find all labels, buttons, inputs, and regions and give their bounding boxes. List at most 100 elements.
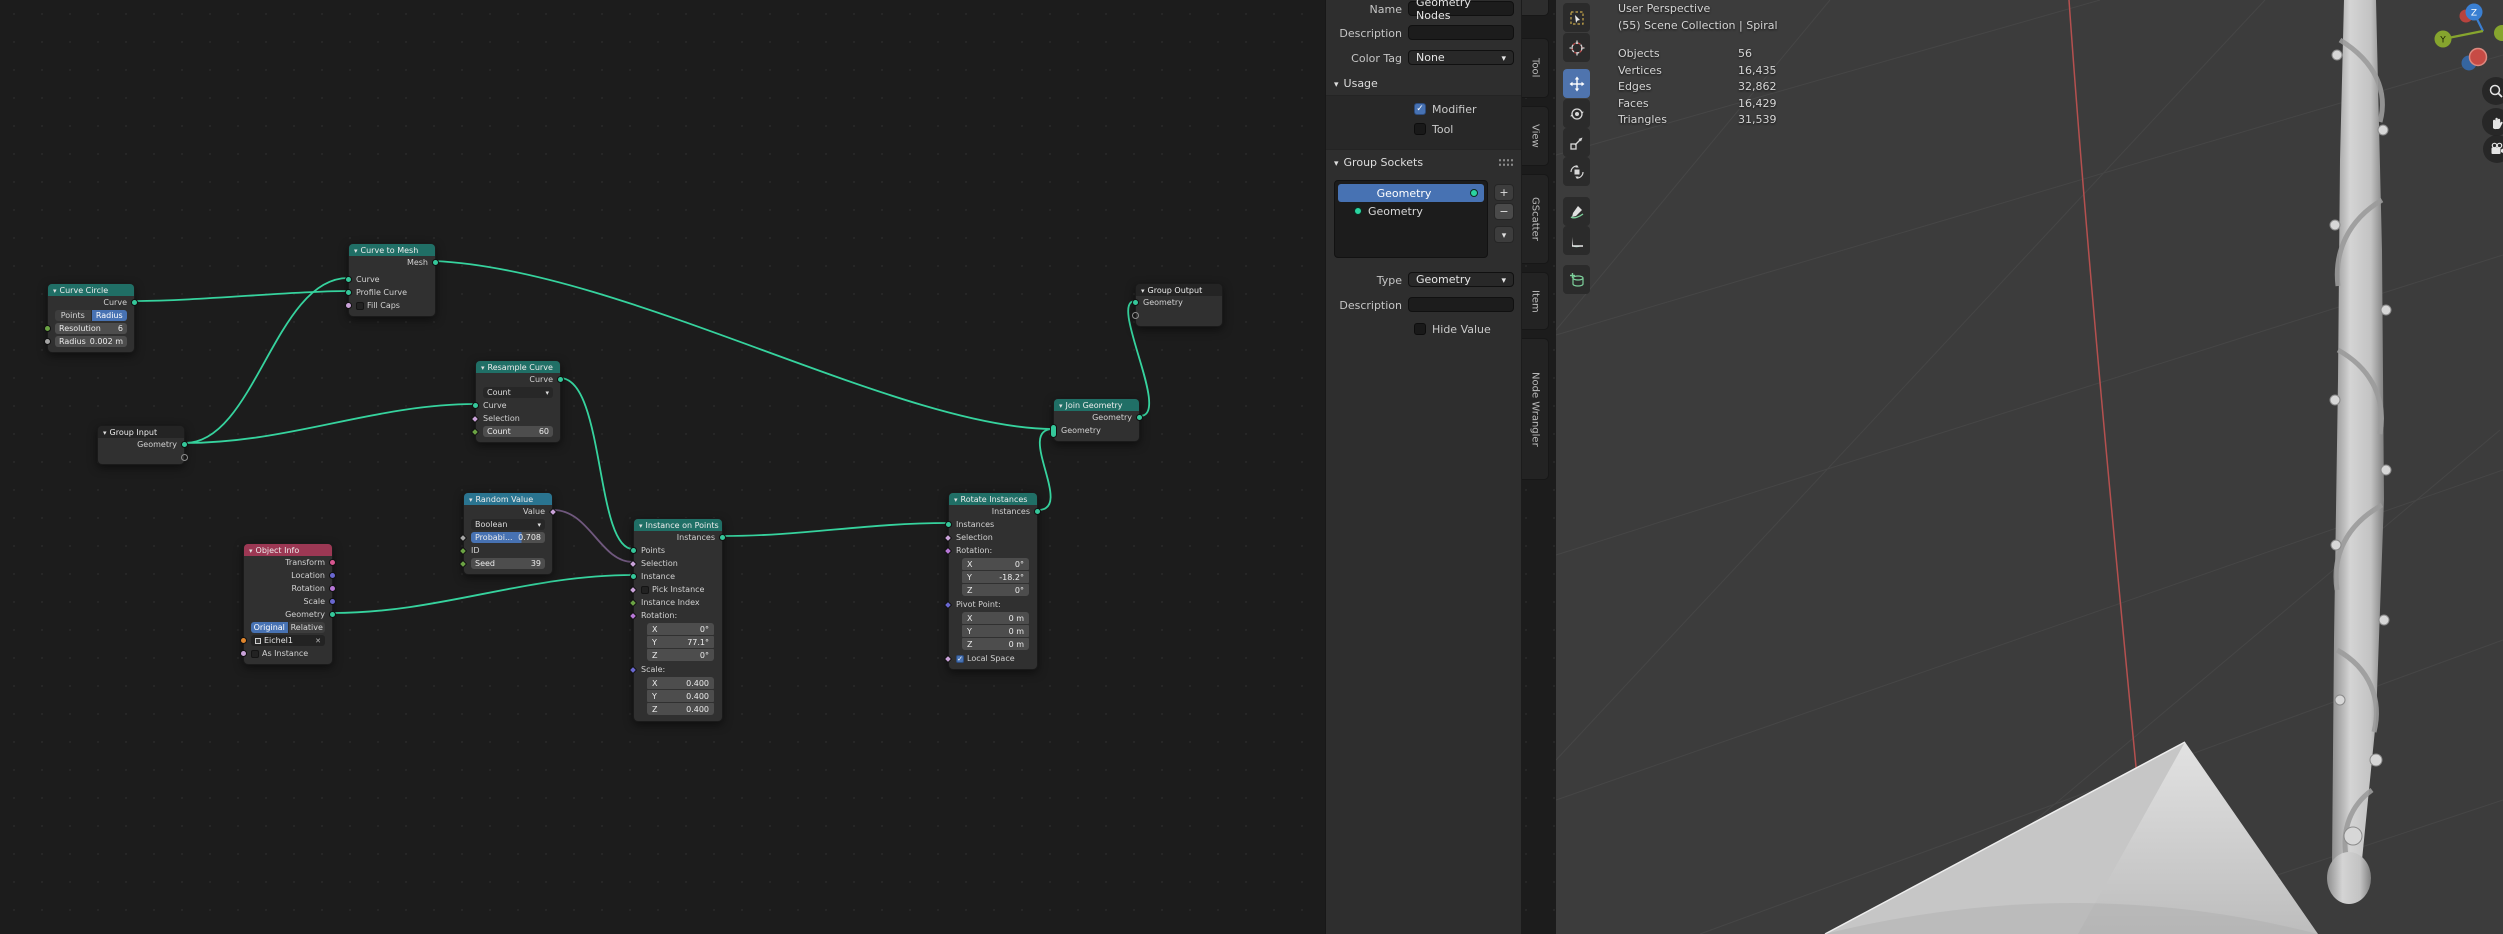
- node-header[interactable]: Object Info: [244, 544, 332, 556]
- probability-slider[interactable]: Probabi...0.708: [471, 532, 545, 543]
- navigation-gizmo[interactable]: Z Y: [2426, 0, 2503, 80]
- tab-tool[interactable]: Tool: [1522, 38, 1549, 98]
- node-header[interactable]: Join Geometry: [1054, 399, 1139, 411]
- socket-object-input[interactable]: [240, 637, 247, 644]
- fill-caps-checkbox[interactable]: [356, 302, 364, 310]
- socket-curve-output[interactable]: [557, 376, 564, 383]
- name-input[interactable]: Geometry Nodes: [1408, 1, 1514, 16]
- panel-grip-icon[interactable]: [1498, 158, 1514, 167]
- tool-select-box[interactable]: [1563, 3, 1590, 32]
- local-space-checkbox[interactable]: [956, 655, 964, 663]
- socket-radius-input[interactable]: [44, 338, 51, 345]
- socket-list-item-selected[interactable]: Geometry: [1338, 184, 1484, 202]
- color-tag-dropdown[interactable]: None: [1408, 50, 1514, 65]
- collapse-icon[interactable]: [103, 428, 107, 437]
- node-header[interactable]: Resample Curve: [476, 361, 560, 373]
- socket-fill-caps-input[interactable]: [345, 302, 352, 309]
- gizmo-axis-y-neg[interactable]: [2494, 25, 2503, 41]
- rotation-x-field[interactable]: X0°: [647, 623, 714, 635]
- tool-transform[interactable]: [1563, 157, 1590, 186]
- tab-view[interactable]: View: [1522, 106, 1549, 166]
- socket-mesh-output[interactable]: [432, 259, 439, 266]
- rotation-y-field[interactable]: Y-18.2°: [962, 571, 1029, 583]
- socket-geometry-output[interactable]: [181, 441, 188, 448]
- socket-points-input[interactable]: [630, 547, 637, 554]
- socket-virtual[interactable]: [1132, 312, 1139, 319]
- radius-field[interactable]: Radius0.002 m: [55, 336, 127, 347]
- socket-scale-output[interactable]: [329, 598, 336, 605]
- scale-z-field[interactable]: Z0.400: [647, 703, 714, 715]
- tool-checkbox[interactable]: [1414, 123, 1426, 135]
- hide-value-checkbox[interactable]: [1414, 323, 1426, 335]
- group-sockets-list[interactable]: Geometry Geometry: [1334, 180, 1488, 258]
- tab-item[interactable]: Item: [1522, 272, 1549, 330]
- socket-instances-output[interactable]: [1034, 508, 1041, 515]
- node-header[interactable]: Rotate Instances: [949, 493, 1037, 505]
- node-resample-curve[interactable]: Resample Curve Curve Count Curve Selecti…: [475, 360, 561, 443]
- socket-as-instance-input[interactable]: [240, 650, 247, 657]
- type-dropdown[interactable]: Geometry: [1408, 272, 1514, 287]
- toggle-points[interactable]: Points: [55, 310, 91, 321]
- group-sockets-section-header[interactable]: Group Sockets: [1334, 156, 1423, 169]
- rotation-z-field[interactable]: Z0°: [962, 584, 1029, 596]
- tool-move[interactable]: [1563, 69, 1590, 98]
- tool-scale[interactable]: [1563, 128, 1590, 157]
- usage-section-header[interactable]: Usage: [1334, 77, 1378, 90]
- camera-view-button[interactable]: [2483, 135, 2503, 163]
- mode-dropdown[interactable]: Count: [483, 387, 553, 398]
- tool-annotate[interactable]: [1563, 197, 1590, 226]
- socket-rotation-output[interactable]: [329, 585, 336, 592]
- node-curve-to-mesh[interactable]: Curve to Mesh Mesh Curve Profile Curve F…: [348, 243, 436, 317]
- collapse-icon[interactable]: [249, 546, 253, 555]
- rotation-x-field[interactable]: X0°: [962, 558, 1029, 570]
- socket-list-item[interactable]: Geometry: [1338, 202, 1484, 220]
- socket-geometry-multi-input[interactable]: [1050, 424, 1057, 438]
- collapse-icon[interactable]: [469, 495, 473, 504]
- count-field[interactable]: Count60: [483, 426, 553, 437]
- zoom-button[interactable]: [2482, 77, 2503, 105]
- node-rotate-instances[interactable]: Rotate Instances Instances Instances Sel…: [948, 492, 1038, 670]
- modifier-checkbox[interactable]: [1414, 103, 1426, 115]
- toggle-relative[interactable]: Relative: [289, 622, 326, 633]
- description-input[interactable]: [1408, 25, 1514, 40]
- collapse-icon[interactable]: [354, 246, 358, 255]
- node-curve-circle[interactable]: Curve Circle Curve PointsRadius Resoluti…: [47, 283, 135, 353]
- pan-button[interactable]: [2482, 108, 2503, 136]
- socket-curve-output[interactable]: [131, 299, 138, 306]
- socket-curve-input[interactable]: [345, 276, 352, 283]
- socket-virtual[interactable]: [181, 454, 188, 461]
- tab-group[interactable]: Group: [1522, 0, 1549, 16]
- rotation-y-field[interactable]: Y77.1°: [647, 636, 714, 648]
- seed-field[interactable]: Seed39: [471, 558, 545, 569]
- socket-geometry-output[interactable]: [1136, 414, 1143, 421]
- socket-location-output[interactable]: [329, 572, 336, 579]
- tool-rotate[interactable]: [1563, 99, 1590, 128]
- socket-instances-input[interactable]: [945, 521, 952, 528]
- node-random-value[interactable]: Random Value Value Boolean Probabi...0.7…: [463, 492, 553, 575]
- socket-curve-input[interactable]: [472, 402, 479, 409]
- node-group-input[interactable]: Group Input Geometry: [97, 425, 185, 465]
- socket-transform-output[interactable]: [329, 559, 336, 566]
- node-header[interactable]: Random Value: [464, 493, 552, 505]
- socket-specials-menu-button[interactable]: [1494, 226, 1514, 243]
- node-instance-on-points[interactable]: Instance on Points Instances Points Sele…: [633, 518, 723, 722]
- node-join-geometry[interactable]: Join Geometry Geometry Geometry: [1053, 398, 1140, 442]
- resolution-field[interactable]: Resolution6: [55, 323, 127, 334]
- socket-resolution-input[interactable]: [44, 325, 51, 332]
- remove-socket-button[interactable]: [1494, 203, 1514, 220]
- collapse-icon[interactable]: [53, 286, 57, 295]
- collapse-icon[interactable]: [1059, 401, 1063, 410]
- node-header[interactable]: Curve to Mesh: [349, 244, 435, 256]
- collapse-icon[interactable]: [639, 521, 643, 530]
- node-editor[interactable]: Curve Circle Curve PointsRadius Resoluti…: [0, 0, 1556, 934]
- viewport-3d[interactable]: User Perspective (55) Scene Collection |…: [1556, 0, 2503, 934]
- object-selector[interactable]: Eichel1: [251, 635, 325, 646]
- socket-instances-output[interactable]: [719, 534, 726, 541]
- socket-geometry-output[interactable]: [329, 611, 336, 618]
- tool-cursor[interactable]: [1563, 33, 1590, 62]
- pivot-y-field[interactable]: Y0 m: [962, 625, 1029, 637]
- scale-x-field[interactable]: X0.400: [647, 677, 714, 689]
- pivot-x-field[interactable]: X0 m: [962, 612, 1029, 624]
- node-header[interactable]: Group Input: [98, 426, 184, 438]
- toggle-original[interactable]: Original: [251, 622, 288, 633]
